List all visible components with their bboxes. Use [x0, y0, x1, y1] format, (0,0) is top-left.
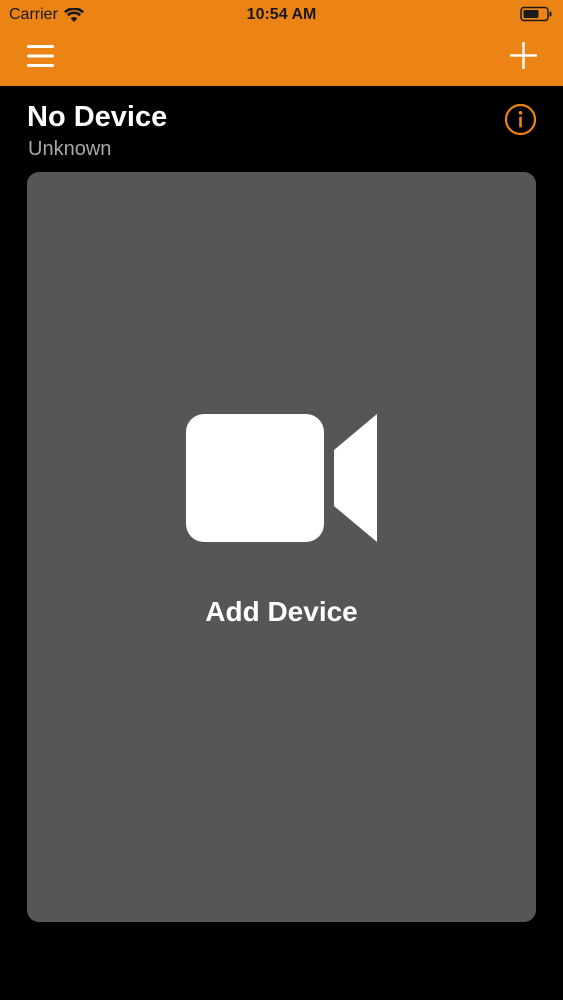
add-device-card[interactable]: Add Device [27, 172, 536, 922]
video-camera-icon [186, 414, 377, 542]
hamburger-menu-icon[interactable] [27, 44, 54, 68]
top-header: Carrier 10:54 AM [0, 0, 563, 86]
device-name: No Device [27, 101, 168, 133]
battery-icon [520, 6, 552, 22]
status-time: 10:54 AM [246, 6, 317, 23]
device-status: Unknown [28, 138, 112, 160]
app-screen: Carrier 10:54 AM No Device Unknown Add D… [0, 0, 563, 1000]
info-icon[interactable] [504, 103, 537, 136]
add-device-label: Add Device [205, 596, 358, 627]
plus-icon[interactable] [510, 42, 537, 69]
status-bar: Carrier 10:54 AM [0, 0, 563, 30]
